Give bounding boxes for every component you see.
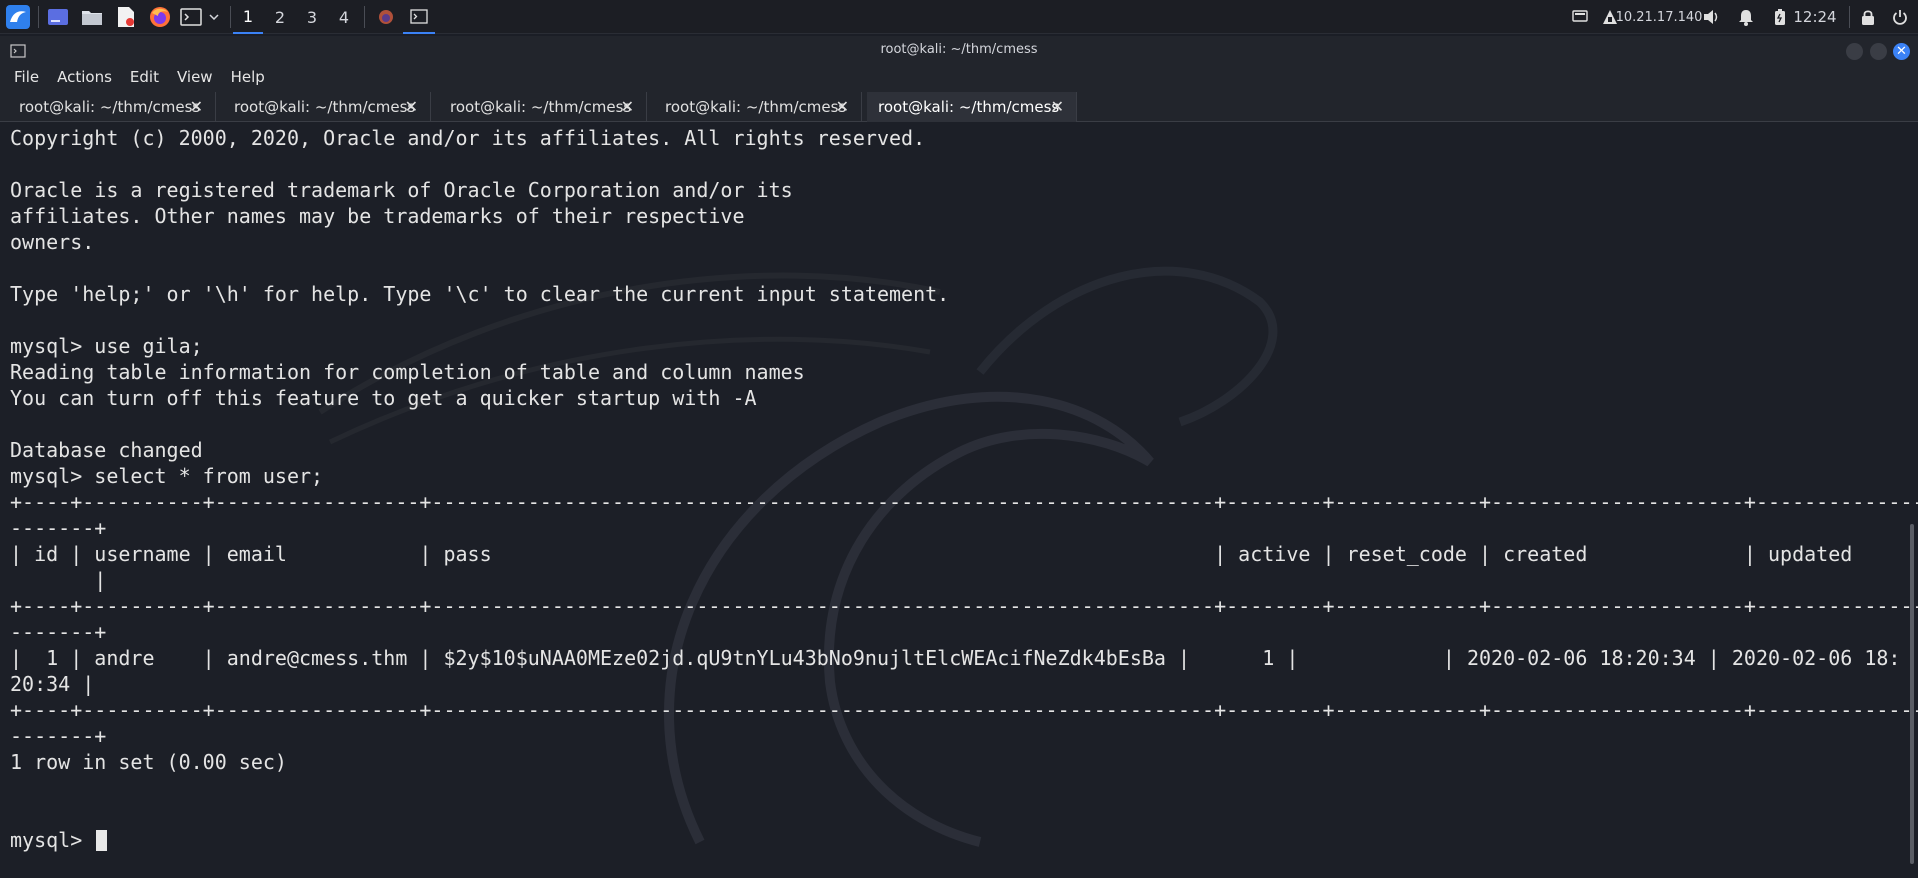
- tab-label: root@kali: ~/thm/cmess: [19, 98, 201, 116]
- terminal-line: mysql> select * from user;: [10, 464, 324, 488]
- workspace-1[interactable]: 1: [233, 0, 263, 34]
- menu-help[interactable]: Help: [231, 68, 265, 86]
- menu-edit[interactable]: Edit: [130, 68, 159, 86]
- terminal-output[interactable]: Copyright (c) 2000, 2020, Oracle and/or …: [0, 122, 1918, 878]
- tab-label: root@kali: ~/thm/cmess: [878, 98, 1060, 116]
- menu-actions[interactable]: Actions: [57, 68, 112, 86]
- window-titlebar[interactable]: root@kali: ~/thm/cmess ✕: [0, 36, 1918, 64]
- terminal-line: Copyright (c) 2000, 2020, Oracle and/or …: [10, 126, 926, 150]
- terminal-line: owners.: [10, 230, 95, 254]
- display-icon[interactable]: [1569, 0, 1591, 34]
- volume-icon[interactable]: [1700, 0, 1724, 34]
- table-header-row: |: [10, 568, 107, 592]
- terminal-line: Reading table information for completion…: [10, 360, 805, 384]
- terminal-scrollbar[interactable]: [1910, 524, 1914, 864]
- kali-menu-icon[interactable]: [3, 0, 33, 34]
- terminal-line: Type 'help;' or '\h' for help. Type '\c'…: [10, 282, 950, 306]
- close-button[interactable]: ✕: [1893, 43, 1910, 60]
- tab-label: root@kali: ~/thm/cmess: [234, 98, 416, 116]
- terminal-tab-4[interactable]: root@kali: ~/thm/cmess ✕: [654, 92, 862, 122]
- tab-close-icon[interactable]: ✕: [1051, 97, 1064, 116]
- table-border-line: -------+: [10, 620, 107, 644]
- terminal-line: affiliates. Other names may be trademark…: [10, 204, 745, 228]
- firefox-window-icon[interactable]: [371, 0, 401, 34]
- dropdown-icon[interactable]: [206, 0, 222, 34]
- workspace-4[interactable]: 4: [329, 0, 359, 34]
- table-border-line: +----+----------+-----------------+-----…: [10, 490, 1918, 514]
- workspace-2[interactable]: 2: [265, 0, 295, 34]
- workspace-3[interactable]: 3: [297, 0, 327, 34]
- terminal-line: Database changed: [10, 438, 203, 462]
- clock[interactable]: 12:24: [1792, 0, 1838, 34]
- text-editor-icon[interactable]: [112, 0, 140, 34]
- terminal-tab-5[interactable]: root@kali: ~/thm/cmess ✕: [867, 92, 1077, 122]
- lock-icon[interactable]: [1856, 0, 1880, 34]
- table-border-line: -------+: [10, 724, 107, 748]
- terminal-window-icon[interactable]: [403, 0, 435, 34]
- terminal-cursor: [96, 830, 107, 851]
- show-desktop-icon[interactable]: [44, 0, 72, 34]
- terminal-line: mysql> use gila;: [10, 334, 203, 358]
- table-border-line: -------+: [10, 516, 107, 540]
- tab-label: root@kali: ~/thm/cmess: [450, 98, 632, 116]
- top-panel: 1 2 3 4 10.21.17.140 12:24: [0, 0, 1918, 34]
- menu-file[interactable]: File: [14, 68, 39, 86]
- table-border-line: +----+----------+-----------------+-----…: [10, 698, 1918, 722]
- window-title: root@kali: ~/thm/cmess: [880, 42, 1038, 57]
- ip-address: 10.21.17.140: [1615, 9, 1703, 25]
- tab-close-icon[interactable]: ✕: [621, 97, 634, 116]
- tab-close-icon[interactable]: ✕: [405, 97, 418, 116]
- power-icon[interactable]: [1888, 0, 1912, 34]
- maximize-button[interactable]: [1870, 43, 1887, 60]
- table-data-row: 20:34 |: [10, 672, 95, 696]
- terminal-tab-2[interactable]: root@kali: ~/thm/cmess ✕: [223, 92, 431, 122]
- tab-close-icon[interactable]: ✕: [836, 97, 849, 116]
- menu-view[interactable]: View: [177, 68, 213, 86]
- terminal-tab-3[interactable]: root@kali: ~/thm/cmess ✕: [439, 92, 647, 122]
- terminal-tab-1[interactable]: root@kali: ~/thm/cmess ✕: [8, 92, 216, 122]
- tab-close-icon[interactable]: ✕: [190, 97, 203, 116]
- table-border-line: +----+----------+-----------------+-----…: [10, 594, 1918, 618]
- firefox-icon[interactable]: [146, 0, 174, 34]
- minimize-button[interactable]: [1846, 43, 1863, 60]
- tab-bar: root@kali: ~/thm/cmess ✕ root@kali: ~/th…: [0, 90, 1918, 122]
- file-manager-icon[interactable]: [78, 0, 106, 34]
- terminal-line: Oracle is a registered trademark of Orac…: [10, 178, 793, 202]
- battery-icon[interactable]: [1770, 0, 1790, 34]
- terminal-line: 1 row in set (0.00 sec): [10, 750, 287, 774]
- terminal-icon[interactable]: [178, 0, 204, 34]
- terminal-line: You can turn off this feature to get a q…: [10, 386, 757, 410]
- notifications-icon[interactable]: [1734, 0, 1758, 34]
- table-data-row: | 1 | andre | andre@cmess.thm | $2y$10$u…: [10, 646, 1901, 670]
- table-header-row: | id | username | email | pass | active …: [10, 542, 1918, 566]
- tab-label: root@kali: ~/thm/cmess: [665, 98, 847, 116]
- mysql-prompt: mysql>: [10, 828, 95, 852]
- menu-bar: File Actions Edit View Help: [0, 64, 1918, 90]
